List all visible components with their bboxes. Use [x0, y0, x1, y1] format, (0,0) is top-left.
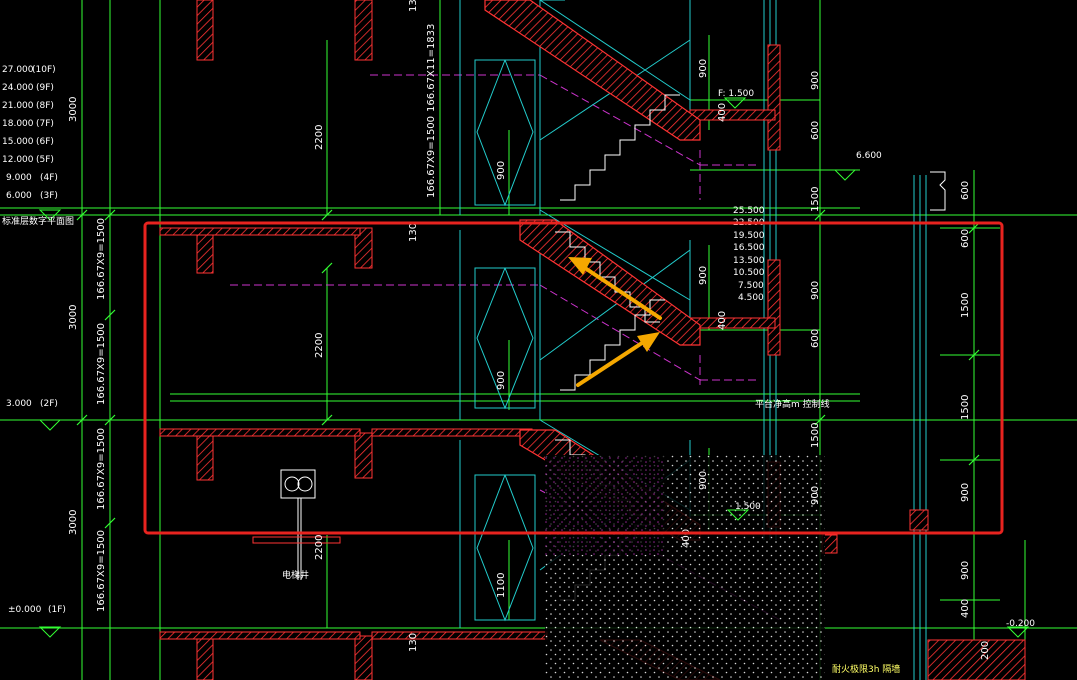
floor-level-floor: (8F) — [36, 101, 54, 111]
landing-elevation: 16.500 — [733, 243, 765, 253]
level-6600-label: 6.600 — [856, 151, 882, 161]
floor-level-floor: (4F) — [40, 173, 58, 183]
dim-130-label: 130 — [408, 0, 419, 12]
dim-130-label: 130 — [408, 223, 419, 242]
dim-900-label: 900 — [496, 371, 507, 390]
clear-height-line-label: 平台净高m 控制线 — [755, 398, 830, 410]
level-1500-top-label: F: 1.500 — [718, 89, 754, 99]
stair-spec-label: 166.67X9=1500 — [96, 530, 107, 612]
landing-elevation-list: 25.500 22.500 19.500 16.500 13.500 10.50… — [733, 206, 765, 303]
height-3000-label: 3000 — [68, 305, 79, 330]
stair-spec-label: 166.67X9=1500 — [96, 323, 107, 405]
dim-600-label: 600 — [960, 181, 971, 200]
dim-600-label: 600 — [960, 229, 971, 248]
stair-spec-label: 166.67X9=1500 — [426, 116, 437, 198]
landing-elevation: 13.500 — [733, 256, 765, 266]
dim-900-label: 900 — [960, 561, 971, 580]
floor-level-label: 15.000 — [2, 137, 34, 147]
dim-900-label: 900 — [698, 59, 709, 78]
stair-spec-label: 166.67X9=1500 — [96, 428, 107, 510]
stair-spec-label: 166.67X11=1833 — [426, 24, 437, 112]
dim-1100-label: 1100 — [496, 573, 507, 598]
height-3000-label: 3000 — [68, 97, 79, 122]
landing-elevation: 4.500 — [738, 293, 764, 303]
door-diamonds — [474, 59, 536, 622]
floor-level-label: 12.000 — [2, 155, 34, 165]
floor-level-label: 27.000 — [2, 65, 34, 75]
dim-600-label: 600 — [810, 329, 821, 348]
magenta-dotted-area — [545, 455, 665, 555]
dim-400-label: 400 — [717, 311, 728, 330]
dim-900-label: 900 — [960, 483, 971, 502]
dim-1500-label: 1500 — [960, 293, 971, 318]
arrow-lower — [576, 341, 644, 387]
floor-2f-label: (2F) — [40, 399, 58, 409]
floor-level-floor: (5F) — [36, 155, 54, 165]
dim-600-label: 600 — [810, 121, 821, 140]
dim-1500-label: 1500 — [810, 187, 821, 212]
height-3000-label: 3000 — [68, 510, 79, 535]
dim-900-label: 900 — [810, 486, 821, 505]
level-1500-label: 1.500 — [735, 502, 761, 512]
level-minus-0200-label: -0.200 — [1006, 619, 1035, 629]
floor-level-label: 24.000 — [2, 83, 34, 93]
dim-2200-label: 2200 — [314, 535, 325, 560]
dim-900-label: 900 — [698, 266, 709, 285]
landing-elevation: 25.500 — [733, 206, 765, 216]
dim-200-label: 200 — [980, 641, 991, 660]
floor-level-label: 21.000 — [2, 101, 34, 111]
floor-level-label: 18.000 — [2, 119, 34, 129]
landing-elevation: 7.500 — [738, 281, 764, 291]
dim-130-label: 130 — [408, 633, 419, 652]
landing-elevation: 10.500 — [733, 268, 765, 278]
dim-1500-label: 1500 — [960, 395, 971, 420]
dim-900-label: 900 — [698, 471, 709, 490]
landing-elevation: 19.500 — [733, 231, 765, 241]
window-profile — [930, 171, 946, 211]
floor-level-floor: (6F) — [36, 137, 54, 147]
cad-drawing-canvas: 27.000 (10F) 24.000 (9F) 21.000 (8F) 18.… — [0, 0, 1077, 680]
dim-900-label: 900 — [810, 71, 821, 90]
dim-400-label: 400 — [960, 599, 971, 618]
floor-level-floor: (10F) — [32, 65, 56, 75]
level-0-label: ±0.000 — [8, 605, 42, 615]
elevator-shaft-label: 电梯井 — [282, 569, 309, 581]
dim-2200-label: 2200 — [314, 333, 325, 358]
floor-level-label: 6.000 — [6, 191, 32, 201]
floor-level-floor: (7F) — [36, 119, 54, 129]
dim-1500-label: 1500 — [810, 423, 821, 448]
stair-spec-label: 166.67X9=1500 — [96, 218, 107, 300]
dim-400-label: 400 — [717, 103, 728, 122]
floor-level-floor: (9F) — [36, 83, 54, 93]
dimension-grid — [0, 0, 1077, 680]
elevation-markers — [38, 97, 1030, 638]
dim-900-label: 900 — [810, 281, 821, 300]
dim-2200-label: 2200 — [314, 125, 325, 150]
dim-900-label: 900 — [496, 161, 507, 180]
fire-wall-label: 耐火极限3h 隔墙 — [832, 663, 900, 675]
floor-level-label: 9.000 — [6, 173, 32, 183]
floor-level-floor: (3F) — [40, 191, 58, 201]
floor-1f-label: (1F) — [48, 605, 66, 615]
level-3000-label: 3.000 — [6, 399, 32, 409]
plan-note: 标准层数字平面图 — [2, 215, 74, 227]
